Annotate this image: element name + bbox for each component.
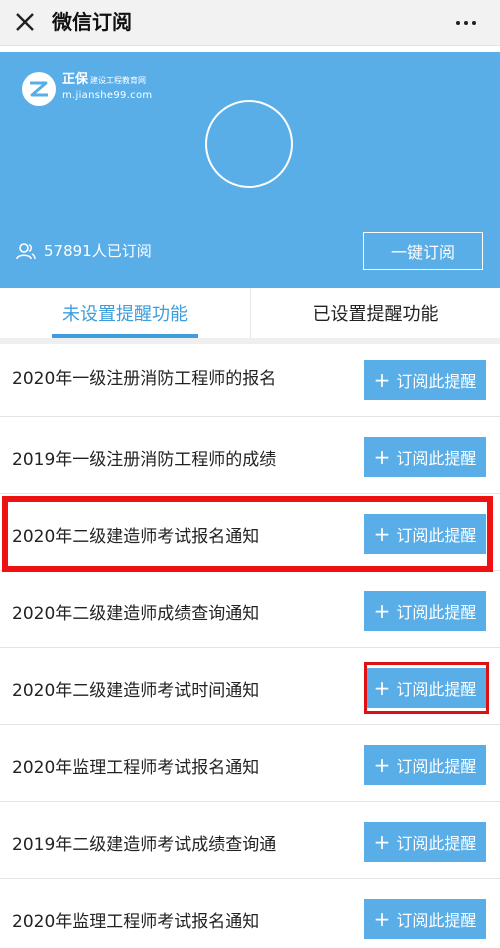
logo-url: m.jianshe99.com [62, 90, 153, 101]
item-title: 2020年二级建造师考试时间通知 [12, 681, 260, 701]
item-title: 2020年二级建造师成绩查询通知 [12, 604, 260, 624]
list-item: 2020年一级注册消防工程师的报名 + 订阅此提醒 [0, 344, 500, 417]
subscribe-reminder-button[interactable]: + 订阅此提醒 [364, 514, 486, 554]
list-item: 2020年监理工程师考试报名通知 + 订阅此提醒 [0, 725, 500, 802]
subscribe-reminder-button[interactable]: + 订阅此提醒 [364, 822, 486, 862]
subscribe-reminder-button[interactable]: + 订阅此提醒 [364, 360, 486, 400]
item-title: 2020年监理工程师考试报名通知 [12, 758, 260, 778]
item-title: 2020年二级建造师考试报名通知 [12, 527, 260, 547]
top-bar: 微信订阅 [0, 0, 500, 46]
tab-set[interactable]: 已设置提醒功能 [250, 288, 500, 338]
item-title: 2020年监理工程师考试报名通知 [12, 912, 260, 932]
logo-mark-icon [22, 72, 56, 106]
tab-bar: 未设置提醒功能 已设置提醒功能 [0, 288, 500, 344]
subscription-banner: 正保 建设工程教育网 m.jianshe99.com 57891人已订阅 一键订阅 [0, 52, 500, 288]
plus-icon: + [373, 445, 391, 469]
tab-not-set[interactable]: 未设置提醒功能 [0, 288, 250, 338]
subscribe-reminder-button[interactable]: + 订阅此提醒 [364, 899, 486, 939]
brand-logo: 正保 建设工程教育网 m.jianshe99.com [22, 72, 152, 106]
item-title: 2020年一级注册消防工程师的报名 [12, 369, 277, 389]
avatar [205, 100, 293, 188]
list-item: 2020年监理工程师考试报名通知 + 订阅此提醒 [0, 879, 500, 948]
plus-icon: + [373, 676, 391, 700]
list-item: 2019年一级注册消防工程师的成绩 + 订阅此提醒 [0, 417, 500, 494]
page-title: 微信订阅 [52, 10, 132, 34]
list-item: 2020年二级建造师考试报名通知 + 订阅此提醒 [0, 494, 500, 571]
more-button[interactable] [456, 10, 476, 36]
list-item: 2020年二级建造师考试时间通知 + 订阅此提醒 [0, 648, 500, 725]
subscriber-count-text: 57891人已订阅 [44, 242, 152, 260]
subscribe-reminder-button[interactable]: + 订阅此提醒 [364, 591, 486, 631]
logo-name: 正保 [62, 72, 89, 87]
plus-icon: + [373, 907, 391, 931]
plus-icon: + [373, 599, 391, 623]
list-item: 2019年二级建造师考试成绩查询通 + 订阅此提醒 [0, 802, 500, 879]
logo-tagline: 建设工程教育网 [90, 76, 147, 85]
plus-icon: + [373, 522, 391, 546]
plus-icon: + [373, 830, 391, 854]
close-button[interactable] [12, 9, 38, 35]
reminder-list: 2020年一级注册消防工程师的报名 + 订阅此提醒 2019年一级注册消防工程师的… [0, 344, 500, 948]
subscribe-reminder-button[interactable]: + 订阅此提醒 [364, 745, 486, 785]
subscribe-reminder-button[interactable]: + 订阅此提醒 [364, 437, 486, 477]
subscribe-reminder-button[interactable]: + 订阅此提醒 [364, 668, 486, 708]
one-click-subscribe-button[interactable]: 一键订阅 [363, 232, 483, 270]
more-dots-icon [456, 21, 460, 25]
subscriber-count: 57891人已订阅 [16, 240, 152, 261]
active-tab-indicator [52, 334, 198, 338]
item-title: 2019年一级注册消防工程师的成绩 [12, 450, 277, 470]
plus-icon: + [373, 753, 391, 777]
list-item: 2020年二级建造师成绩查询通知 + 订阅此提醒 [0, 571, 500, 648]
users-icon [16, 242, 36, 259]
item-title: 2019年二级建造师考试成绩查询通 [12, 835, 277, 855]
close-icon [16, 13, 34, 31]
plus-icon: + [373, 368, 391, 392]
